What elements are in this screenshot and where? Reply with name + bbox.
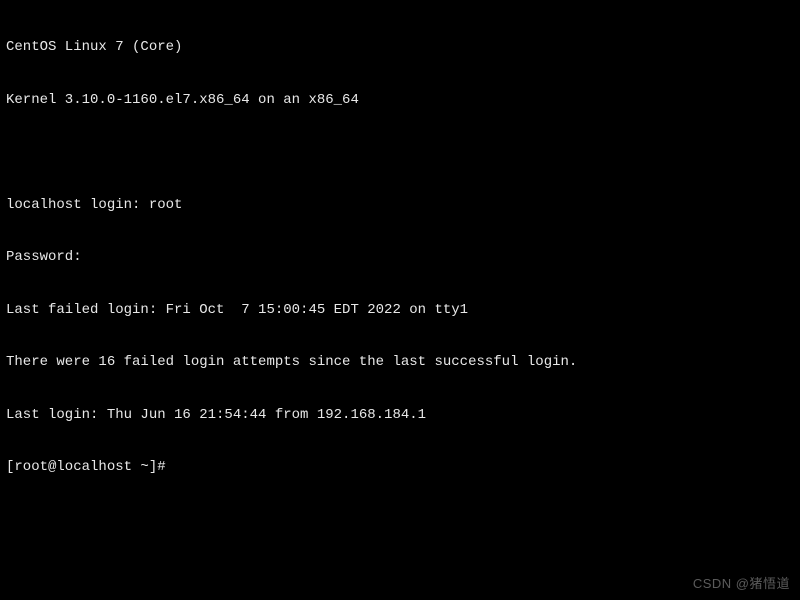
shell-prompt-line[interactable]: [root@localhost ~]# [6, 459, 794, 477]
last-failed-login-line: Last failed login: Fri Oct 7 15:00:45 ED… [6, 302, 794, 320]
cursor-icon [174, 461, 182, 475]
login-prompt-line: localhost login: root [6, 197, 794, 215]
terminal-console[interactable]: CentOS Linux 7 (Core) Kernel 3.10.0-1160… [6, 4, 794, 494]
os-name-line: CentOS Linux 7 (Core) [6, 39, 794, 57]
watermark-text: CSDN @猪悟道 [693, 576, 790, 592]
last-login-line: Last login: Thu Jun 16 21:54:44 from 192… [6, 407, 794, 425]
blank-line [6, 144, 794, 162]
login-username-input[interactable]: root [149, 197, 183, 213]
shell-prompt: [root@localhost ~]# [6, 459, 166, 475]
login-host-prompt: localhost login: [6, 197, 149, 213]
kernel-line: Kernel 3.10.0-1160.el7.x86_64 on an x86_… [6, 92, 794, 110]
password-prompt-line: Password: [6, 249, 794, 267]
failed-attempts-line: There were 16 failed login attempts sinc… [6, 354, 794, 372]
